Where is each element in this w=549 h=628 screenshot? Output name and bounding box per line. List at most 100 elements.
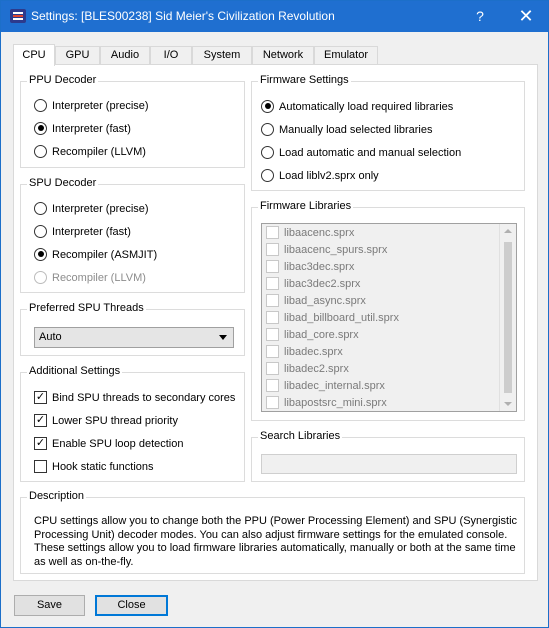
radio-button[interactable] — [34, 201, 47, 215]
description-line: as well as on-the-fly. — [34, 555, 134, 568]
list-item[interactable]: libac3dec2.sprx — [266, 276, 360, 293]
firmware-option-manual[interactable]: Manually load selected libraries — [261, 122, 432, 138]
radio-button[interactable] — [34, 144, 47, 158]
scroll-down-arrow-icon[interactable] — [504, 402, 512, 406]
library-name: libac3dec.sprx — [284, 261, 355, 273]
library-name: libadec_internal.sprx — [284, 380, 385, 392]
description-title: Description — [27, 490, 87, 502]
additional-settings-group: Additional Settings ✓ Bind SPU threads to… — [20, 365, 245, 482]
spu-option-recompiler-asmjit[interactable]: Recompiler (ASMJIT) — [34, 247, 157, 263]
title-bar[interactable]: Settings: [BLES00238] Sid Meier's Civili… — [1, 1, 548, 32]
spu-loop-detection-checkbox[interactable]: ✓ Enable SPU loop detection — [34, 436, 183, 452]
checkbox-disabled — [266, 225, 279, 239]
check-icon[interactable]: ✓ — [34, 390, 47, 404]
option-label: Interpreter (precise) — [52, 100, 149, 112]
list-item[interactable]: libaacenc.sprx — [266, 225, 354, 242]
option-label: Interpreter (fast) — [52, 123, 131, 135]
option-label: Manually load selected libraries — [279, 124, 433, 136]
list-item[interactable]: libad_core.sprx — [266, 327, 359, 344]
ppu-decoder-group: PPU Decoder Interpreter (precise) Interp… — [20, 74, 245, 168]
spu-threads-dropdown[interactable]: Auto — [34, 327, 234, 348]
close-button[interactable]: Close — [95, 595, 168, 616]
scrollbar-thumb[interactable] — [504, 242, 512, 393]
ppu-decoder-title: PPU Decoder — [27, 74, 99, 86]
library-name: libad_core.sprx — [284, 329, 359, 341]
tab-gpu[interactable]: GPU — [55, 46, 100, 65]
close-window-button[interactable]: ✕ — [506, 1, 546, 32]
firmware-option-auto[interactable]: Automatically load required libraries — [261, 99, 453, 115]
libraries-scrollbar[interactable] — [499, 224, 516, 411]
option-label: Interpreter (precise) — [52, 203, 149, 215]
radio-button[interactable] — [261, 122, 274, 136]
option-label: Load automatic and manual selection — [279, 147, 462, 159]
description-line: CPU settings allow you to change both th… — [34, 515, 518, 527]
radio-button-disabled — [34, 270, 47, 284]
ppu-option-interpreter-fast[interactable]: Interpreter (fast) — [34, 121, 131, 137]
tab-cpu[interactable]: CPU — [13, 44, 55, 66]
option-label: Bind SPU threads to secondary cores — [52, 392, 236, 404]
radio-button-selected[interactable] — [34, 247, 47, 261]
scroll-up-arrow-icon[interactable] — [504, 229, 512, 233]
rpcs3-app-icon — [10, 9, 26, 23]
ppu-option-interpreter-precise[interactable]: Interpreter (precise) — [34, 98, 149, 114]
library-name: libad_async.sprx — [284, 295, 366, 307]
spu-decoder-title: SPU Decoder — [27, 177, 99, 189]
option-label: Load liblv2.sprx only — [279, 170, 379, 182]
firmware-settings-group: Firmware Settings Automatically load req… — [251, 74, 525, 191]
checkbox-disabled — [266, 276, 279, 290]
description-text: CPU settings allow you to change both th… — [34, 515, 524, 569]
list-item[interactable]: libapostsrc_mini.sprx — [266, 395, 387, 411]
spu-option-interpreter-fast[interactable]: Interpreter (fast) — [34, 224, 131, 240]
option-label: Hook static functions — [52, 461, 154, 473]
tab-audio[interactable]: Audio — [100, 46, 150, 65]
spu-option-interpreter-precise[interactable]: Interpreter (precise) — [34, 201, 149, 217]
lower-spu-priority-checkbox[interactable]: ✓ Lower SPU thread priority — [34, 413, 178, 429]
additional-settings-title: Additional Settings — [27, 365, 123, 377]
spu-threads-group: Preferred SPU Threads Auto — [20, 302, 245, 356]
spu-decoder-group: SPU Decoder Interpreter (precise) Interp… — [20, 177, 245, 293]
option-label: Recompiler (ASMJIT) — [52, 249, 158, 261]
checkbox-disabled — [266, 293, 279, 307]
list-item[interactable]: libadec.sprx — [266, 344, 343, 361]
checkbox-disabled — [266, 310, 279, 324]
list-item[interactable]: libad_billboard_util.sprx — [266, 310, 399, 327]
firmware-option-liblv2-only[interactable]: Load liblv2.sprx only — [261, 168, 379, 184]
option-label: Automatically load required libraries — [279, 101, 454, 113]
radio-button[interactable] — [261, 145, 274, 159]
check-icon[interactable]: ✓ — [34, 413, 47, 427]
radio-button[interactable] — [34, 224, 47, 238]
list-item[interactable]: libadec_internal.sprx — [266, 378, 385, 395]
search-libraries-title: Search Libraries — [258, 430, 343, 442]
list-item[interactable]: libadec2.sprx — [266, 361, 349, 378]
library-name: libad_billboard_util.sprx — [284, 312, 399, 324]
bind-spu-threads-checkbox[interactable]: ✓ Bind SPU threads to secondary cores — [34, 390, 235, 406]
library-name: libaacenc.sprx — [284, 227, 355, 239]
help-button[interactable]: ? — [463, 1, 497, 32]
firmware-settings-title: Firmware Settings — [258, 74, 351, 86]
radio-button[interactable] — [261, 168, 274, 182]
list-item[interactable]: libad_async.sprx — [266, 293, 366, 310]
radio-button-selected[interactable] — [34, 121, 47, 135]
chevron-down-icon — [219, 335, 227, 340]
hook-static-functions-checkbox[interactable]: Hook static functions — [34, 459, 154, 475]
radio-button-selected[interactable] — [261, 99, 274, 113]
option-label: Recompiler (LLVM) — [52, 146, 146, 158]
option-label: Lower SPU thread priority — [52, 415, 178, 427]
firmware-option-both[interactable]: Load automatic and manual selection — [261, 145, 461, 161]
search-libraries-input[interactable] — [261, 454, 517, 474]
tab-network[interactable]: Network — [252, 46, 314, 65]
firmware-libraries-title: Firmware Libraries — [258, 200, 354, 212]
firmware-libraries-list[interactable]: libaacenc.sprx libaacenc_spurs.sprx liba… — [261, 223, 517, 412]
check-icon[interactable]: ✓ — [34, 436, 47, 450]
window-title: Settings: [BLES00238] Sid Meier's Civili… — [31, 9, 335, 23]
tab-io[interactable]: I/O — [150, 46, 192, 65]
tab-emulator[interactable]: Emulator — [314, 46, 378, 65]
save-button[interactable]: Save — [14, 595, 85, 616]
list-item[interactable]: libac3dec.sprx — [266, 259, 354, 276]
tab-system[interactable]: System — [192, 46, 252, 65]
radio-button[interactable] — [34, 98, 47, 112]
ppu-option-recompiler-llvm[interactable]: Recompiler (LLVM) — [34, 144, 146, 160]
checkbox-unchecked[interactable] — [34, 459, 47, 473]
list-item[interactable]: libaacenc_spurs.sprx — [266, 242, 387, 259]
settings-window: Settings: [BLES00238] Sid Meier's Civili… — [0, 0, 549, 628]
